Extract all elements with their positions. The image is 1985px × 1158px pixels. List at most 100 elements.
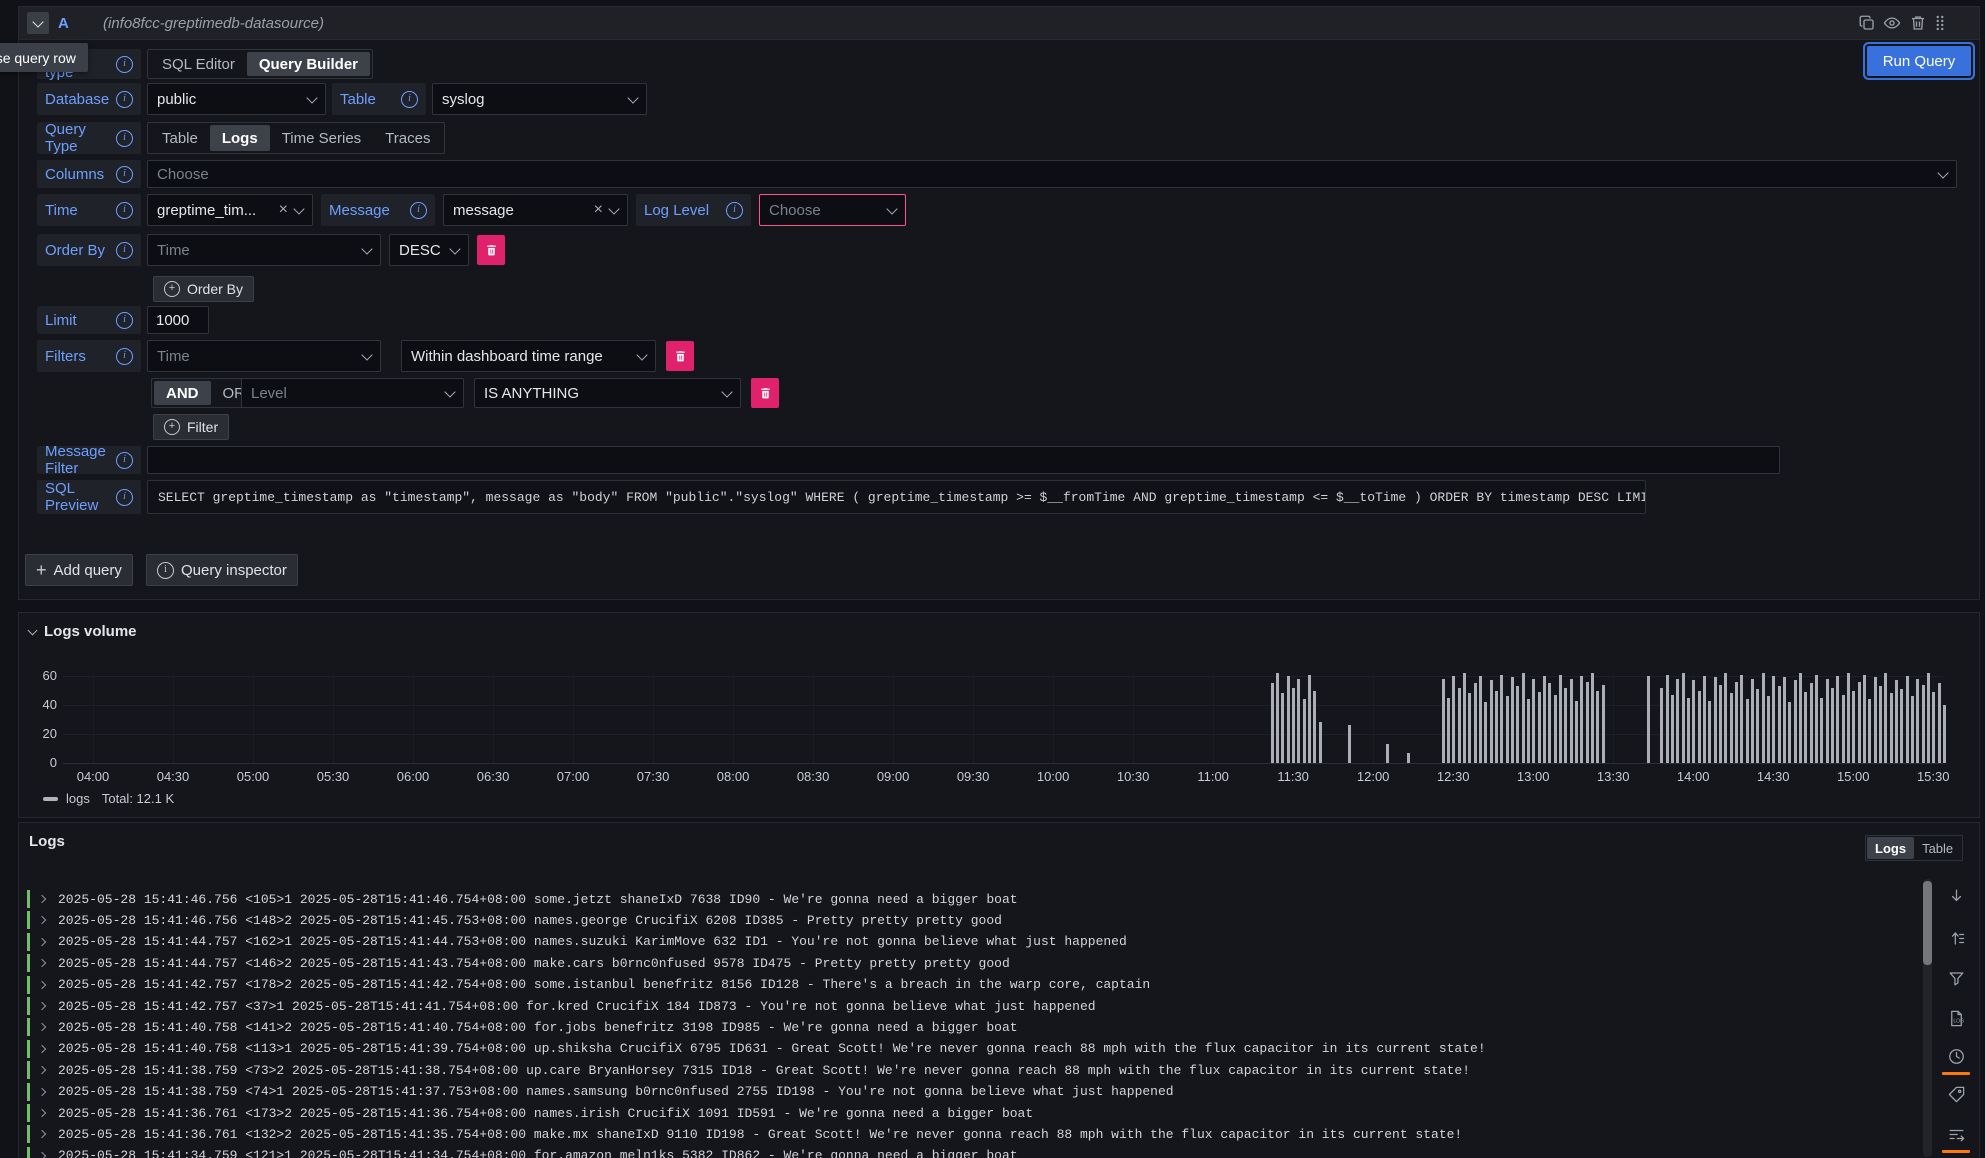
scroll-to-bottom-icon[interactable] [1944,884,1968,908]
database-select[interactable]: public [147,83,326,115]
log-row[interactable]: 2025-05-28 15:41:46.756 <105>1 2025-05-2… [27,889,1917,909]
filter-field-select[interactable]: Time [147,340,381,372]
log-line-text: 2025-05-28 15:41:42.757 <37>1 2025-05-28… [58,999,1096,1014]
wrap-lines-icon[interactable] [1944,1122,1968,1146]
clear-icon[interactable]: × [594,202,603,218]
log-row[interactable]: 2025-05-28 15:41:36.761 <173>2 2025-05-2… [27,1103,1917,1123]
add-order-by-button[interactable]: + Order By [153,276,254,302]
message-column-select[interactable]: message × [443,194,628,226]
log-line-text: 2025-05-28 15:41:38.759 <74>1 2025-05-28… [58,1084,1174,1099]
query-type-option-logs[interactable]: Logs [210,125,270,151]
query-type-option-timeseries[interactable]: Time Series [270,125,373,151]
info-icon[interactable]: i [116,166,133,183]
add-filter-button[interactable]: + Filter [153,414,229,440]
order-by-direction-select[interactable]: DESC [389,234,469,266]
query-type-option-table[interactable]: Table [150,125,210,151]
expand-log-icon[interactable] [38,980,46,988]
x-axis-label: 13:30 [1587,769,1639,784]
info-icon[interactable]: i [116,489,133,506]
query-type-option-traces[interactable]: Traces [373,125,442,151]
filter-icon[interactable] [1944,966,1968,990]
log-row[interactable]: 2025-05-28 15:41:42.757 <178>2 2025-05-2… [27,975,1917,995]
order-by-field-select[interactable]: Time [147,234,381,266]
info-icon[interactable]: i [116,56,133,73]
legend-series-label[interactable]: logs [66,791,90,806]
expand-log-icon[interactable] [38,1002,46,1010]
volume-bar [1778,686,1781,763]
remove-order-by-button[interactable] [477,235,505,265]
info-icon[interactable]: i [116,242,133,259]
info-icon[interactable]: i [410,202,427,219]
log-row[interactable]: 2025-05-28 15:41:42.757 <37>1 2025-05-28… [27,996,1917,1016]
info-icon[interactable]: i [401,91,418,108]
volume-bar [1468,693,1471,763]
log-row[interactable]: 2025-05-28 15:41:44.757 <162>1 2025-05-2… [27,932,1917,952]
volume-bar [1591,673,1594,763]
info-icon[interactable]: i [116,452,133,469]
info-icon[interactable]: i [116,202,133,219]
delete-query-icon[interactable] [1909,14,1927,32]
volume-bar [1868,699,1871,763]
expand-log-icon[interactable] [38,895,46,903]
expand-log-icon[interactable] [38,916,46,924]
labels-icon[interactable] [1944,1082,1968,1106]
info-icon[interactable]: i [116,130,133,147]
editor-type-option-sql[interactable]: SQL Editor [150,52,247,76]
expand-log-icon[interactable] [38,959,46,967]
log-row[interactable]: 2025-05-28 15:41:40.758 <113>1 2025-05-2… [27,1039,1917,1059]
expand-log-icon[interactable] [38,1066,46,1074]
columns-select[interactable]: Choose [147,160,1957,188]
remove-filter2-button[interactable] [751,378,779,408]
table-select[interactable]: syslog [432,83,647,115]
log-row[interactable]: 2025-05-28 15:41:38.759 <74>1 2025-05-28… [27,1082,1917,1102]
expand-log-icon[interactable] [38,938,46,946]
log-row[interactable]: 2025-05-28 15:41:46.756 <148>2 2025-05-2… [27,910,1917,930]
clear-icon[interactable]: × [279,202,288,218]
log-level-bar [27,1061,30,1079]
message-filter-input[interactable] [147,446,1780,474]
log-row[interactable]: 2025-05-28 15:41:36.761 <132>2 2025-05-2… [27,1124,1917,1144]
duplicate-icon[interactable] [1858,14,1876,32]
expand-log-icon[interactable] [38,1087,46,1095]
hide-response-icon[interactable] [1883,14,1901,32]
info-icon[interactable]: i [726,202,743,219]
x-axis-label: 08:30 [787,769,839,784]
log-row[interactable]: 2025-05-28 15:41:34.759 <121>1 2025-05-2… [27,1146,1917,1158]
log-row[interactable]: 2025-05-28 15:41:44.757 <146>2 2025-05-2… [27,953,1917,973]
expand-log-icon[interactable] [38,1023,46,1031]
drag-handle-icon[interactable] [1931,14,1949,32]
scroll-to-top-icon[interactable] [1944,926,1968,950]
expand-log-icon[interactable] [38,1109,46,1117]
filter-operator-select[interactable]: Within dashboard time range [401,340,656,372]
info-icon[interactable]: i [116,348,133,365]
volume-bar [1559,675,1562,763]
time-column-select[interactable]: greptime_tim... × [147,194,313,226]
log-details-icon[interactable]: LOG [1944,1006,1968,1030]
log-level-select[interactable]: Choose [759,194,906,226]
circle-plus-icon: + [164,419,180,435]
limit-input[interactable] [147,306,209,334]
scrollbar-thumb[interactable] [1923,881,1932,965]
editor-type-option-builder[interactable]: Query Builder [247,52,370,76]
bool-option-and[interactable]: AND [154,381,211,405]
info-icon[interactable]: i [116,91,133,108]
info-icon[interactable]: i [116,312,133,329]
expand-log-icon[interactable] [38,1045,46,1053]
remove-filter-button[interactable] [666,341,694,371]
filter2-field-select[interactable]: Level [241,378,464,408]
log-row[interactable]: 2025-05-28 15:41:38.759 <73>2 2025-05-28… [27,1060,1917,1080]
filter2-operator-select[interactable]: IS ANYTHING [474,378,741,408]
run-query-button[interactable]: Run Query [1867,46,1971,76]
time-icon[interactable] [1944,1044,1968,1068]
collapse-query-row-button[interactable] [27,12,49,34]
add-query-button[interactable]: + Add query [25,554,133,586]
expand-log-icon[interactable] [38,1130,46,1138]
logs-volume-legend[interactable]: logs Total: 12.1 K [43,791,174,806]
logs-scrollbar[interactable] [1923,879,1932,1157]
log-row[interactable]: 2025-05-28 15:41:40.758 <141>2 2025-05-2… [27,1017,1917,1037]
volume-bar [1783,677,1786,763]
query-inspector-button[interactable]: i Query inspector [146,554,298,586]
volume-bar [1788,702,1791,763]
volume-bar [1452,676,1455,763]
expand-log-icon[interactable] [38,1152,46,1158]
